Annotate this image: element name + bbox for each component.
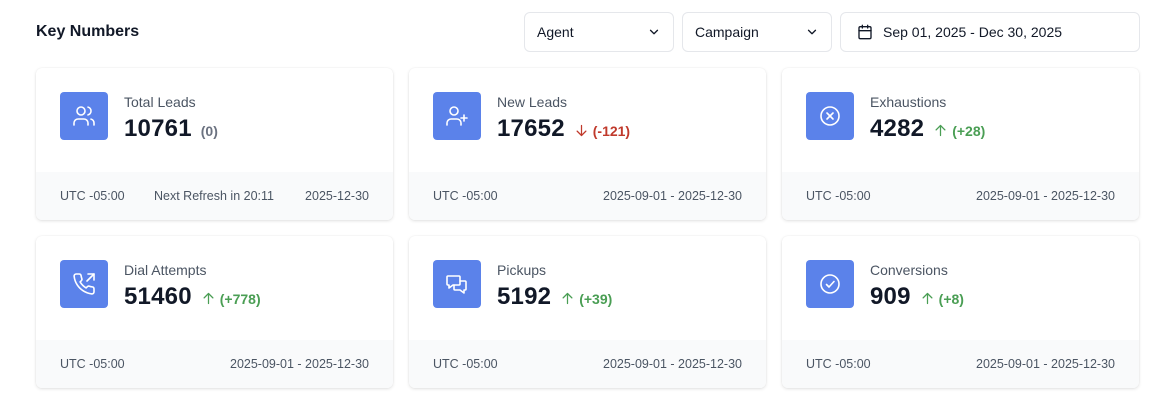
metric-card-conversions: Conversions 909 (+8) UTC -05:00 2025-09-… bbox=[782, 236, 1139, 388]
metric-value: 4282 bbox=[870, 115, 925, 142]
metrics-grid: Total Leads 10761 (0) UTC -05:00 Next Re… bbox=[36, 68, 1140, 390]
timezone-label: UTC -05:00 bbox=[433, 357, 498, 371]
check-circle-icon bbox=[806, 260, 854, 308]
timezone-label: UTC -05:00 bbox=[60, 357, 125, 371]
metric-card-exhaustions: Exhaustions 4282 (+28) UTC -05:00 2025-0… bbox=[782, 68, 1139, 220]
metric-delta: (+778) bbox=[201, 291, 261, 307]
date-range-text: 2025-09-01 - 2025-12-30 bbox=[976, 357, 1115, 371]
metric-delta: (-121) bbox=[574, 123, 630, 139]
metric-delta: (+39) bbox=[560, 291, 612, 307]
metric-card-pickups: Pickups 5192 (+39) UTC -05:00 2025-09-01… bbox=[409, 236, 766, 388]
chevron-down-icon bbox=[805, 25, 819, 39]
arrow-down-icon bbox=[576, 124, 587, 137]
metric-value: 51460 bbox=[124, 283, 192, 310]
card-footer: UTC -05:00 Next Refresh in 20:11 2025-12… bbox=[36, 172, 393, 220]
chevron-down-icon bbox=[647, 25, 661, 39]
arrow-up-icon bbox=[562, 292, 573, 305]
metric-label: Dial Attempts bbox=[124, 262, 207, 278]
metric-label: Exhaustions bbox=[870, 94, 947, 110]
timezone-label: UTC -05:00 bbox=[433, 189, 498, 203]
metric-card-total-leads: Total Leads 10761 (0) UTC -05:00 Next Re… bbox=[36, 68, 393, 220]
card-footer: UTC -05:00 2025-09-01 - 2025-12-30 bbox=[36, 340, 393, 388]
card-footer: UTC -05:00 2025-09-01 - 2025-12-30 bbox=[782, 172, 1139, 220]
campaign-filter-dropdown[interactable]: Campaign bbox=[682, 12, 832, 52]
header: Key Numbers Agent Campaign Sep 01, 2025 … bbox=[36, 12, 1140, 52]
metric-label: Conversions bbox=[870, 262, 948, 278]
date-range-text: 2025-09-01 - 2025-12-30 bbox=[976, 189, 1115, 203]
metric-value: 17652 bbox=[497, 115, 565, 142]
refresh-countdown: Next Refresh in 20:11 bbox=[154, 189, 274, 203]
metric-delta: (+8) bbox=[920, 291, 964, 307]
phone-outgoing-icon bbox=[60, 260, 108, 308]
arrow-up-icon bbox=[922, 292, 933, 305]
arrow-up-icon bbox=[935, 124, 946, 137]
user-plus-icon bbox=[433, 92, 481, 140]
card-footer: UTC -05:00 2025-09-01 - 2025-12-30 bbox=[409, 340, 766, 388]
card-footer: UTC -05:00 2025-09-01 - 2025-12-30 bbox=[409, 172, 766, 220]
timezone-label: UTC -05:00 bbox=[60, 189, 125, 203]
agent-filter-label: Agent bbox=[537, 24, 574, 40]
chat-bubbles-icon bbox=[433, 260, 481, 308]
metric-delta: (+28) bbox=[933, 123, 985, 139]
date-range-picker[interactable]: Sep 01, 2025 - Dec 30, 2025 bbox=[840, 12, 1140, 52]
x-circle-icon bbox=[806, 92, 854, 140]
page-title: Key Numbers bbox=[36, 23, 140, 40]
arrow-up-icon bbox=[203, 292, 214, 305]
date-range-label: Sep 01, 2025 - Dec 30, 2025 bbox=[883, 24, 1063, 40]
date-range-text: 2025-12-30 bbox=[305, 189, 369, 203]
metric-label: Pickups bbox=[497, 262, 547, 278]
date-range-text: 2025-09-01 - 2025-12-30 bbox=[603, 357, 742, 371]
metric-delta: (0) bbox=[200, 122, 218, 139]
metric-card-new-leads: New Leads 17652 (-121) UTC -05:00 2025-0… bbox=[409, 68, 766, 220]
metric-value: 909 bbox=[870, 283, 911, 310]
date-range-text: 2025-09-01 - 2025-12-30 bbox=[230, 357, 369, 371]
metric-card-dial-attempts: Dial Attempts 51460 (+778) UTC -05:00 20… bbox=[36, 236, 393, 388]
campaign-filter-label: Campaign bbox=[695, 24, 759, 40]
timezone-label: UTC -05:00 bbox=[806, 357, 871, 371]
key-numbers-page: Key Numbers Agent Campaign Sep 01, 2025 … bbox=[0, 0, 1168, 410]
date-range-text: 2025-09-01 - 2025-12-30 bbox=[603, 189, 742, 203]
metric-value: 10761 bbox=[124, 115, 192, 142]
metric-label: New Leads bbox=[497, 94, 568, 110]
users-icon bbox=[60, 92, 108, 140]
card-footer: UTC -05:00 2025-09-01 - 2025-12-30 bbox=[782, 340, 1139, 388]
agent-filter-dropdown[interactable]: Agent bbox=[524, 12, 674, 52]
timezone-label: UTC -05:00 bbox=[806, 189, 871, 203]
metric-value: 5192 bbox=[497, 283, 552, 310]
metric-label: Total Leads bbox=[124, 94, 196, 110]
calendar-icon bbox=[857, 24, 873, 40]
